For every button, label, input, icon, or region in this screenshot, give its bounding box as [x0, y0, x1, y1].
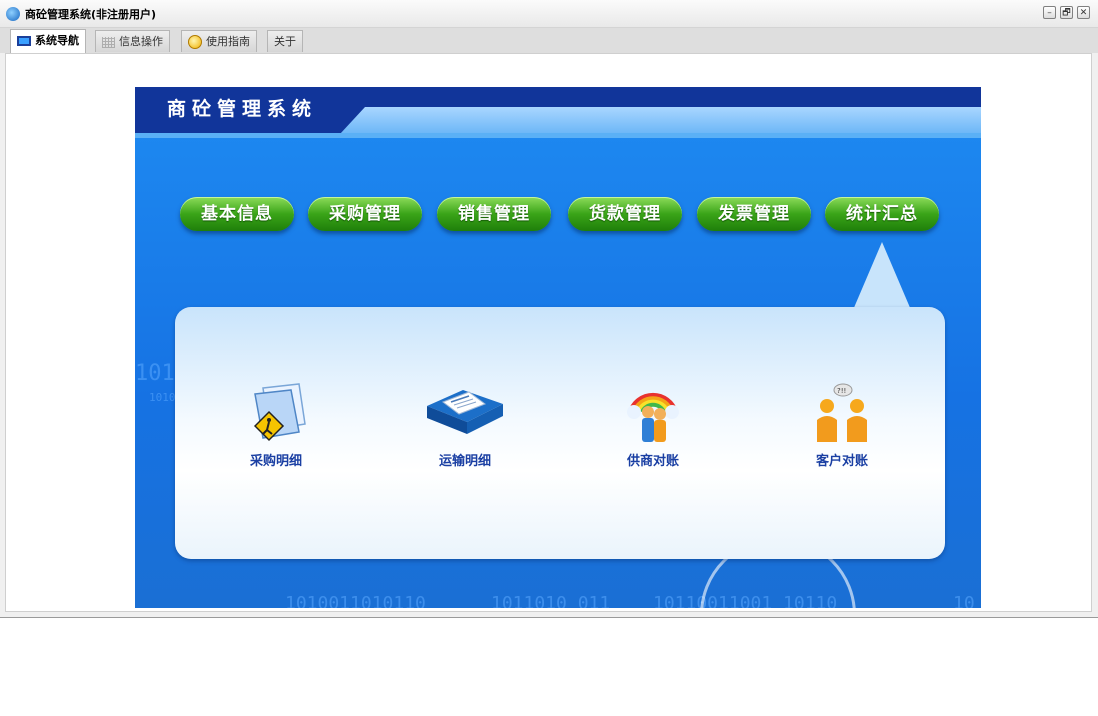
nav-payment-management-button[interactable]: 货款管理 — [568, 197, 682, 231]
decor-digits: 1010011010110 — [285, 593, 426, 608]
monitor-icon — [17, 36, 31, 46]
submenu-item-label: 供商对账 — [626, 454, 679, 469]
supplier-rainbow-icon — [618, 382, 688, 444]
submenu-item-customer-reconciliation[interactable]: ?!! 客户对账 — [787, 382, 897, 469]
close-button[interactable]: ✕ — [1077, 6, 1090, 19]
nav-sales-management-button[interactable]: 销售管理 — [437, 197, 551, 231]
tab-label: 系统导航 — [35, 34, 79, 47]
nav-purchase-management-button[interactable]: 采购管理 — [308, 197, 422, 231]
customer-people-icon: ?!! — [807, 382, 877, 444]
purchase-folder-icon — [241, 382, 311, 444]
tab-label: 关于 — [274, 35, 296, 48]
submenu-item-label: 采购明细 — [249, 454, 302, 469]
grid-icon — [102, 36, 115, 48]
decor-digits: 1011010_011 — [491, 593, 611, 608]
tab-label: 使用指南 — [206, 35, 250, 48]
tab-about[interactable]: 关于 — [267, 30, 303, 52]
submenu-item-supplier-reconciliation[interactable]: 供商对账 — [598, 382, 708, 469]
app-icon — [6, 7, 20, 21]
nav-statistics-summary-button[interactable]: 统计汇总 — [825, 197, 939, 231]
submenu-item-label: 客户对账 — [815, 454, 868, 469]
transport-book-icon — [427, 382, 503, 444]
tab-strip: 系统导航 信息操作 使用指南 关于 — [0, 28, 1098, 53]
window-title: 商砼管理系统(非注册用户) — [25, 8, 157, 21]
tab-system-navigation[interactable]: 系统导航 — [10, 29, 86, 53]
submenu-item-transport-detail[interactable]: 运输明细 — [410, 382, 520, 469]
panel-pointer — [853, 242, 911, 310]
restore-button[interactable]: 🗗 — [1060, 6, 1073, 19]
tab-user-guide[interactable]: 使用指南 — [181, 30, 257, 52]
banner-divider — [135, 133, 981, 138]
svg-text:?!!: ?!! — [837, 387, 846, 395]
decor-digits: 1010 — [149, 391, 176, 404]
decor-digits: 10 — [953, 593, 975, 608]
tab-info-operation[interactable]: 信息操作 — [95, 30, 170, 52]
banner-header-strip — [340, 107, 981, 134]
navigation-banner: 商砼管理系统 1010 1010 1010011010110 1011010_0… — [135, 87, 981, 608]
nav-basic-info-button[interactable]: 基本信息 — [180, 197, 294, 231]
help-icon — [188, 35, 202, 49]
submenu-item-label: 运输明细 — [438, 454, 491, 469]
title-bar: 商砼管理系统(非注册用户) – 🗗 ✕ — [0, 0, 1098, 28]
banner-title: 商砼管理系统 — [167, 98, 318, 120]
minimize-button[interactable]: – — [1043, 6, 1056, 19]
nav-invoice-management-button[interactable]: 发票管理 — [697, 197, 811, 231]
tab-label: 信息操作 — [119, 35, 163, 48]
submenu-item-purchase-detail[interactable]: 采购明细 — [221, 382, 331, 469]
